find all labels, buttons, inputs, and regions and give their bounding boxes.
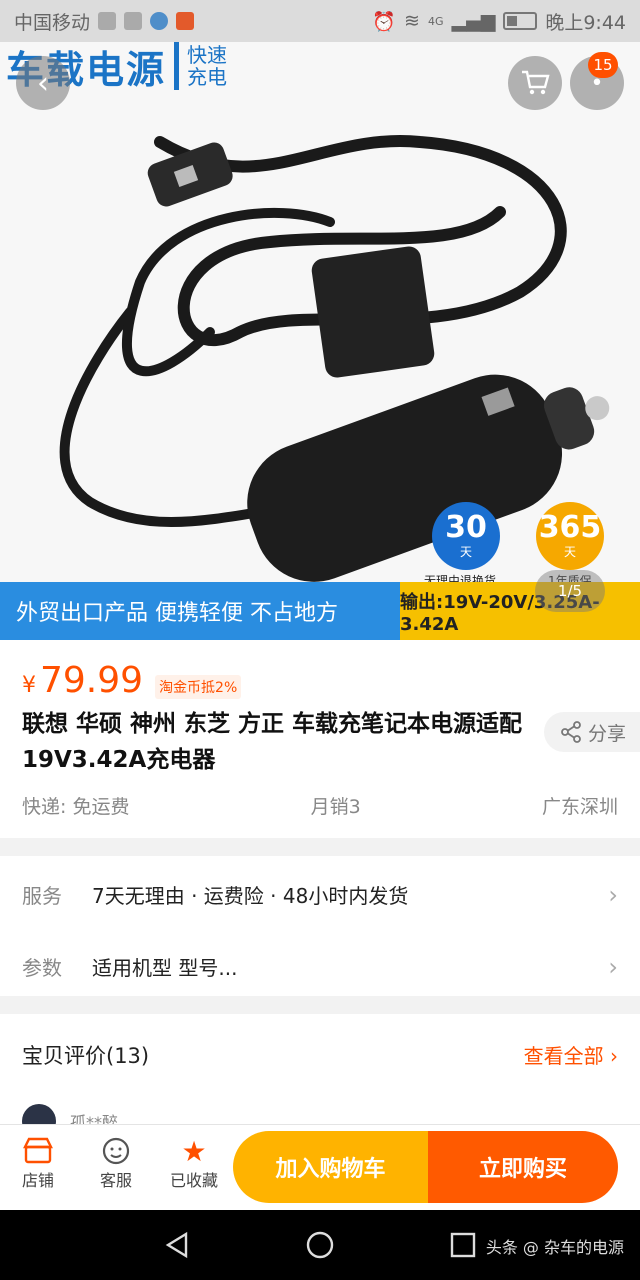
store-label: 店铺 bbox=[21, 1171, 54, 1190]
params-row[interactable]: 参数 适用机型 型号... › bbox=[22, 952, 618, 981]
watermark: 头条 @ 杂车的电源 bbox=[485, 1238, 624, 1257]
ship-from-location: 广东深圳 bbox=[541, 796, 618, 818]
shipping-info: 快递: 免运费 bbox=[22, 796, 130, 818]
product-info-card: ¥ 79.99 淘金币抵2% 联想 华硕 神州 东芝 方正 车载充笔记本电源适配… bbox=[0, 640, 640, 838]
network-label: 4G bbox=[427, 14, 444, 28]
app-icon bbox=[150, 12, 169, 30]
share-label: 分享 bbox=[587, 722, 626, 745]
coin-discount-tag: 淘金币抵2% bbox=[155, 675, 242, 699]
status-left: 中国移动 bbox=[14, 8, 195, 35]
image-pager: 1/5 bbox=[535, 570, 605, 612]
signal-icon: ▂▄▆ bbox=[451, 10, 496, 32]
status-bar: 中国移动 ⏰ ≋ 4G ▂▄▆ 晚上9:44 bbox=[0, 0, 640, 42]
recents-square-icon[interactable] bbox=[448, 1230, 478, 1260]
star-icon: ★ bbox=[181, 1134, 207, 1168]
promo-30-number: 30 bbox=[445, 509, 487, 545]
promo-365-number: 365 bbox=[538, 509, 602, 545]
wechat-icon bbox=[98, 12, 117, 30]
customer-service-button[interactable]: 客服 bbox=[86, 1135, 146, 1191]
product-image-gallery[interactable]: 车载电源 快速 充电 ‹ • 15 30 天 无理由退换货 365 天 1年质保… bbox=[0, 42, 640, 640]
wifi-icon: ≋ bbox=[404, 10, 420, 32]
car-charger-image bbox=[59, 135, 610, 582]
home-circle-icon[interactable] bbox=[305, 1230, 335, 1260]
view-all-label: 查看全部 bbox=[523, 1044, 604, 1068]
price: 79.99 bbox=[40, 660, 144, 701]
customer-service-icon bbox=[100, 1135, 132, 1167]
details-card: 服务 7天无理由 · 运费险 · 48小时内发货 › 参数 适用机型 型号...… bbox=[0, 856, 640, 996]
alarm-icon: ⏰ bbox=[372, 10, 397, 33]
reviews-card: 宝贝评价(13) 查看全部 › 孤**醉 bbox=[0, 1014, 640, 1124]
customer-service-label: 客服 bbox=[99, 1171, 132, 1190]
currency-symbol: ¥ bbox=[22, 673, 36, 698]
service-label: 服务 bbox=[22, 884, 62, 908]
monthly-sales: 月销3 bbox=[310, 796, 361, 818]
reviews-title: 宝贝评价(13) bbox=[22, 1044, 150, 1068]
clock: 晚上9:44 bbox=[545, 11, 626, 34]
promo-30-unit: 天 bbox=[459, 544, 472, 559]
ribbon-left-text: 外贸出口产品 便携轻便 不占地方 bbox=[0, 582, 400, 640]
favorite-label: 已收藏 bbox=[169, 1171, 218, 1190]
video-icon bbox=[176, 12, 195, 30]
cart-count-badge: 15 bbox=[588, 52, 618, 78]
person-icon bbox=[124, 12, 143, 30]
promo-365-unit: 天 bbox=[563, 544, 576, 559]
store-button[interactable]: 店铺 bbox=[8, 1135, 68, 1191]
chevron-right-icon: › bbox=[608, 880, 618, 909]
system-nav-bar: 头条 @ 杂车的电源 bbox=[0, 1210, 640, 1280]
battery-icon bbox=[503, 12, 538, 30]
store-icon bbox=[22, 1135, 54, 1167]
product-title: 联想 华硕 神州 东芝 方正 车载充笔记本电源适配 19V3.42A充电器 bbox=[22, 711, 523, 773]
chevron-right-icon: › bbox=[610, 1044, 618, 1068]
reviewer-name: 孤**醉 bbox=[70, 1113, 119, 1124]
view-all-reviews-link[interactable]: 查看全部 › bbox=[524, 1040, 618, 1069]
share-icon bbox=[561, 721, 581, 743]
back-triangle-icon[interactable] bbox=[162, 1230, 192, 1260]
service-value: 7天无理由 · 运费险 · 48小时内发货 bbox=[92, 884, 409, 908]
buy-now-button[interactable]: 立即购买 bbox=[428, 1131, 618, 1203]
add-to-cart-button[interactable]: 加入购物车 bbox=[233, 1131, 428, 1203]
params-label: 参数 bbox=[22, 956, 62, 980]
meta-row: 快递: 免运费 月销3 广东深圳 bbox=[22, 792, 618, 819]
bottom-action-bar: 店铺 客服 ★ 已收藏 加入购物车 立即购买 bbox=[0, 1124, 640, 1211]
hero-subtitle-line1: 快速 bbox=[187, 43, 228, 67]
price-row: ¥ 79.99 淘金币抵2% bbox=[22, 660, 242, 701]
review-item: 孤**醉 bbox=[22, 1104, 118, 1124]
service-row[interactable]: 服务 7天无理由 · 运费险 · 48小时内发货 › bbox=[22, 880, 618, 909]
params-value: 适用机型 型号... bbox=[92, 956, 238, 980]
reviewer-avatar bbox=[22, 1104, 56, 1124]
share-button[interactable]: 分享 bbox=[544, 712, 640, 752]
promo-365-day-badge: 365 天 bbox=[536, 502, 604, 570]
promo-30-day-badge: 30 天 bbox=[432, 502, 500, 570]
status-right: ⏰ ≋ 4G ▂▄▆ 晚上9:44 bbox=[372, 8, 626, 35]
chevron-right-icon: › bbox=[608, 952, 618, 981]
carrier-label: 中国移动 bbox=[14, 11, 91, 34]
favorite-button[interactable]: ★ 已收藏 bbox=[164, 1135, 224, 1191]
